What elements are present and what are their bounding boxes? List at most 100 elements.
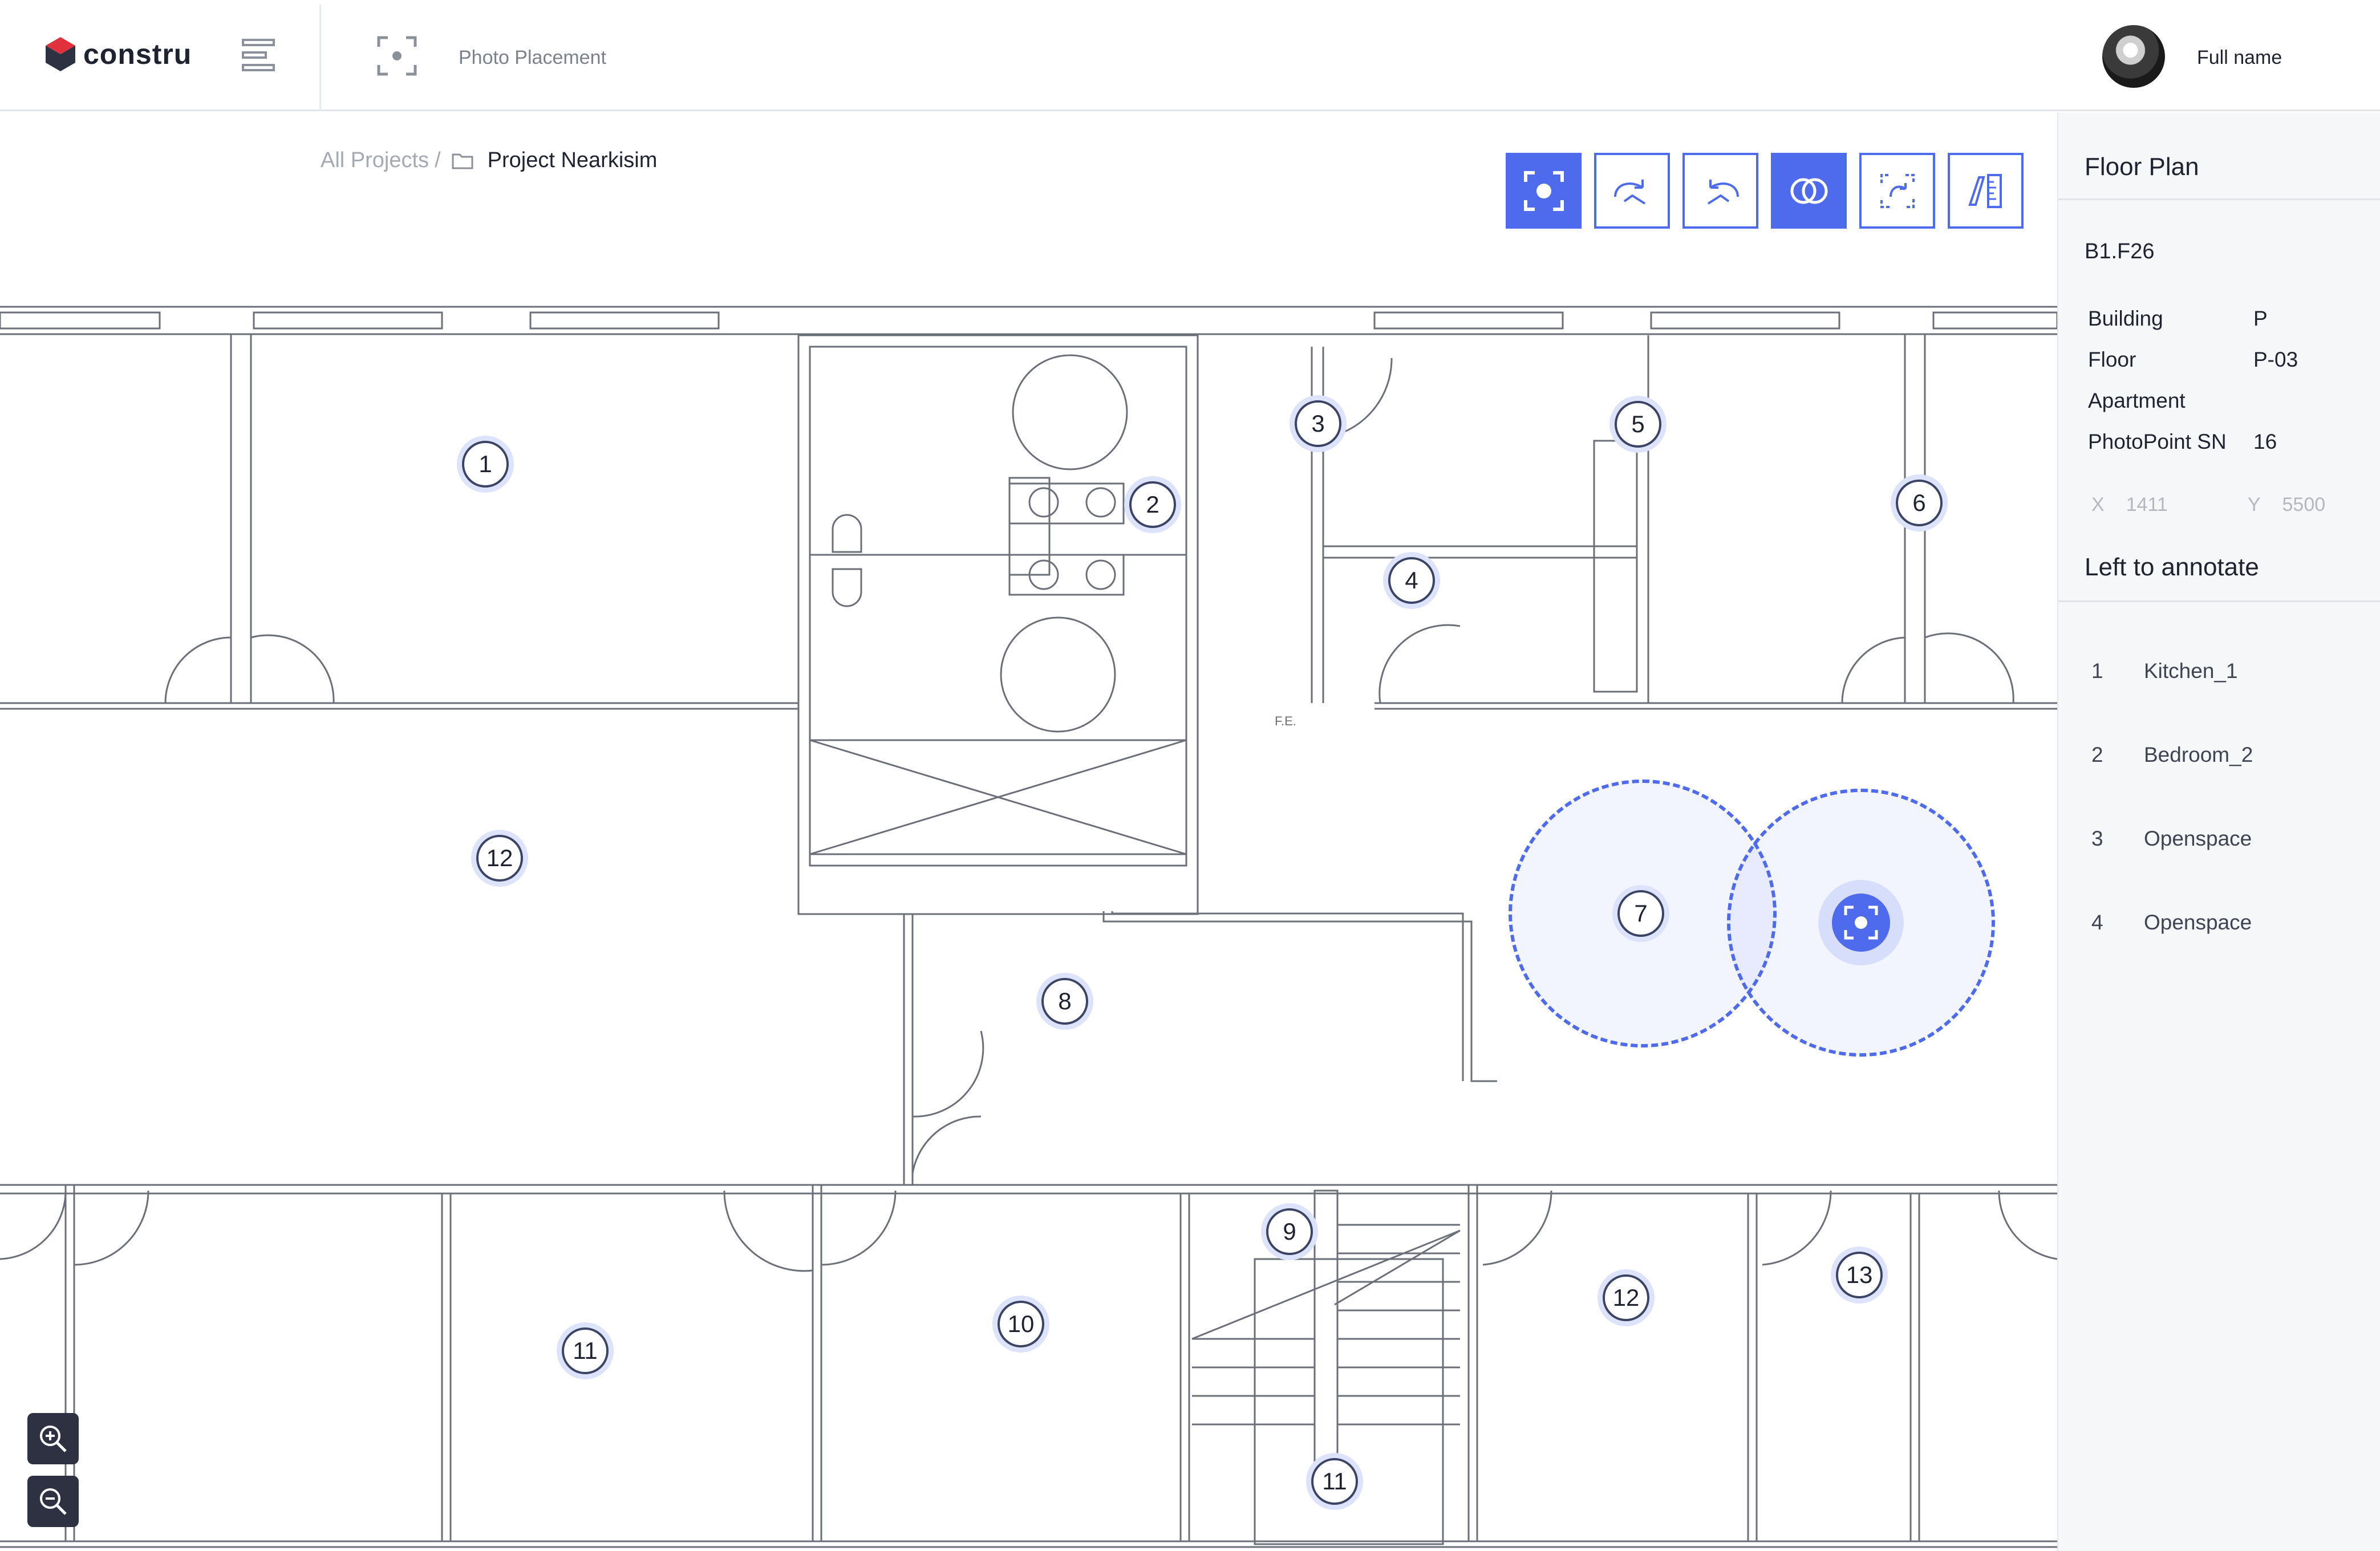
annotate-item[interactable]: 4 Openspace xyxy=(2091,911,2252,935)
property-value: P-03 xyxy=(2253,348,2298,371)
breadcrumb-separator: / xyxy=(435,148,441,172)
avatar[interactable] xyxy=(2102,25,2165,88)
photo-marker-8[interactable]: 8 xyxy=(1036,973,1093,1030)
photo-marker-10[interactable]: 10 xyxy=(992,1296,1049,1353)
app-header: constru Photo Placement Full name xyxy=(0,0,2380,111)
logo-text: constru xyxy=(83,38,192,70)
replace-button[interactable] xyxy=(1859,153,1935,229)
x-label: X xyxy=(2091,494,2105,515)
capture-icon xyxy=(1844,906,1878,940)
marker-label: 7 xyxy=(1617,890,1664,937)
property-key: PhotoPoint SN xyxy=(2088,430,2227,453)
marker-label: 9 xyxy=(1266,1208,1313,1255)
marker-label: 4 xyxy=(1388,557,1435,604)
zoom-in-icon xyxy=(40,1426,67,1452)
rotate-left-button[interactable] xyxy=(1682,153,1758,229)
property-key: Apartment xyxy=(2088,389,2186,412)
photo-marker-7[interactable]: 7 xyxy=(1612,885,1669,942)
measure-button[interactable] xyxy=(1948,153,2024,229)
breadcrumb: All Projects / Project Nearkisim xyxy=(321,148,657,173)
overlap-toggle-button[interactable] xyxy=(1771,153,1847,229)
floor-plan-panel: Floor Plan B1.F26 Building P Floor P-03 … xyxy=(2057,113,2380,1551)
photo-marker-11[interactable]: 11 xyxy=(557,1322,614,1379)
floor-plan-canvas[interactable]: F.E. All Projects / Project Nearkisim 1 … xyxy=(0,113,2057,1551)
header-divider xyxy=(319,5,321,111)
annotate-item-name: Openspace xyxy=(2144,827,2252,850)
page-title: Photo Placement xyxy=(459,47,606,68)
replace-icon xyxy=(1880,173,1915,208)
property-row-building: Building P xyxy=(2088,307,2268,331)
marker-label: 2 xyxy=(1129,481,1176,528)
marker-label: 5 xyxy=(1615,401,1661,448)
sheet-code: B1.F26 xyxy=(2085,239,2155,263)
property-value: P xyxy=(2253,307,2268,330)
zoom-in-button[interactable] xyxy=(27,1413,79,1464)
active-placement-marker[interactable] xyxy=(1818,880,1904,965)
property-key: Floor xyxy=(2088,348,2136,371)
photo-marker-11b[interactable]: 11 xyxy=(1306,1453,1363,1510)
photo-marker-3[interactable]: 3 xyxy=(1290,395,1347,452)
annotate-item[interactable]: 1 Kitchen_1 xyxy=(2091,659,2238,683)
photo-marker-1[interactable]: 1 xyxy=(457,436,514,493)
panel-divider xyxy=(2058,600,2380,602)
panel-divider xyxy=(2058,198,2380,200)
photo-marker-5[interactable]: 5 xyxy=(1609,396,1667,453)
photo-marker-12[interactable]: 12 xyxy=(471,830,528,887)
annotate-item-name: Bedroom_2 xyxy=(2144,743,2253,766)
rotate-right-button[interactable] xyxy=(1594,153,1670,229)
annotate-item[interactable]: 2 Bedroom_2 xyxy=(2091,743,2253,767)
photo-marker-12b[interactable]: 12 xyxy=(1598,1269,1655,1326)
annotate-item-number: 3 xyxy=(2091,827,2103,850)
zoom-out-icon xyxy=(40,1488,67,1515)
property-row-floor: Floor P-03 xyxy=(2088,348,2298,372)
photo-marker-13[interactable]: 13 xyxy=(1831,1247,1888,1304)
logo-mark-icon xyxy=(46,37,75,71)
marker-label: 11 xyxy=(562,1327,609,1374)
marker-label: 11 xyxy=(1311,1458,1358,1505)
marker-label: 12 xyxy=(476,835,523,882)
breadcrumb-all-projects[interactable]: All Projects xyxy=(321,148,429,173)
marker-label: 6 xyxy=(1896,480,1943,526)
overlap-circles-icon xyxy=(1790,178,1827,204)
x-value: 1411 xyxy=(2126,494,2168,515)
annotate-item[interactable]: 3 Openspace xyxy=(2091,827,2252,851)
rotate-left-icon xyxy=(1707,179,1739,205)
marker-label: 13 xyxy=(1836,1252,1883,1298)
photo-marker-2[interactable]: 2 xyxy=(1124,476,1181,533)
annotate-item-number: 2 xyxy=(2091,743,2103,766)
marker-label: 3 xyxy=(1295,400,1341,447)
panel-title: Floor Plan xyxy=(2085,153,2199,181)
property-value: 16 xyxy=(2253,430,2277,453)
zoom-out-button[interactable] xyxy=(27,1476,79,1527)
marker-label: 10 xyxy=(998,1301,1044,1347)
user-name[interactable]: Full name xyxy=(2197,47,2282,69)
property-row-apartment: Apartment xyxy=(2088,389,2253,413)
property-row-photopoint-sn: PhotoPoint SN 16 xyxy=(2088,430,2277,454)
app-logo[interactable]: constru xyxy=(44,34,192,74)
annotate-item-number: 4 xyxy=(2091,911,2103,934)
property-key: Building xyxy=(2088,307,2163,330)
annotate-item-name: Kitchen_1 xyxy=(2144,659,2238,683)
marker-label: 1 xyxy=(462,441,509,488)
plan-toolbar xyxy=(1506,153,2024,229)
fire-extinguisher-label: F.E. xyxy=(1275,714,1296,728)
measure-icon xyxy=(1968,173,2002,208)
marker-label: 12 xyxy=(1603,1274,1649,1321)
photo-marker-6[interactable]: 6 xyxy=(1891,474,1948,531)
y-label: Y xyxy=(2247,494,2261,515)
capture-tool-button[interactable] xyxy=(1506,153,1582,229)
breadcrumb-current-project: Project Nearkisim xyxy=(487,148,658,172)
y-value: 5500 xyxy=(2282,494,2326,515)
rotate-right-icon xyxy=(1613,179,1645,205)
photo-marker-9[interactable]: 9 xyxy=(1261,1203,1318,1260)
folder-icon xyxy=(452,153,473,169)
menu-toggle-icon[interactable] xyxy=(240,38,277,73)
marker-label: 8 xyxy=(1041,978,1088,1025)
photo-placement-icon xyxy=(377,36,417,76)
annotate-item-number: 1 xyxy=(2091,659,2103,683)
capture-icon xyxy=(1523,170,1564,211)
photo-marker-4[interactable]: 4 xyxy=(1383,552,1440,609)
annotate-item-name: Openspace xyxy=(2144,911,2252,934)
coordinates-readout: X 1411 Y 5500 xyxy=(2091,494,2347,516)
left-to-annotate-title: Left to annotate xyxy=(2085,553,2259,581)
